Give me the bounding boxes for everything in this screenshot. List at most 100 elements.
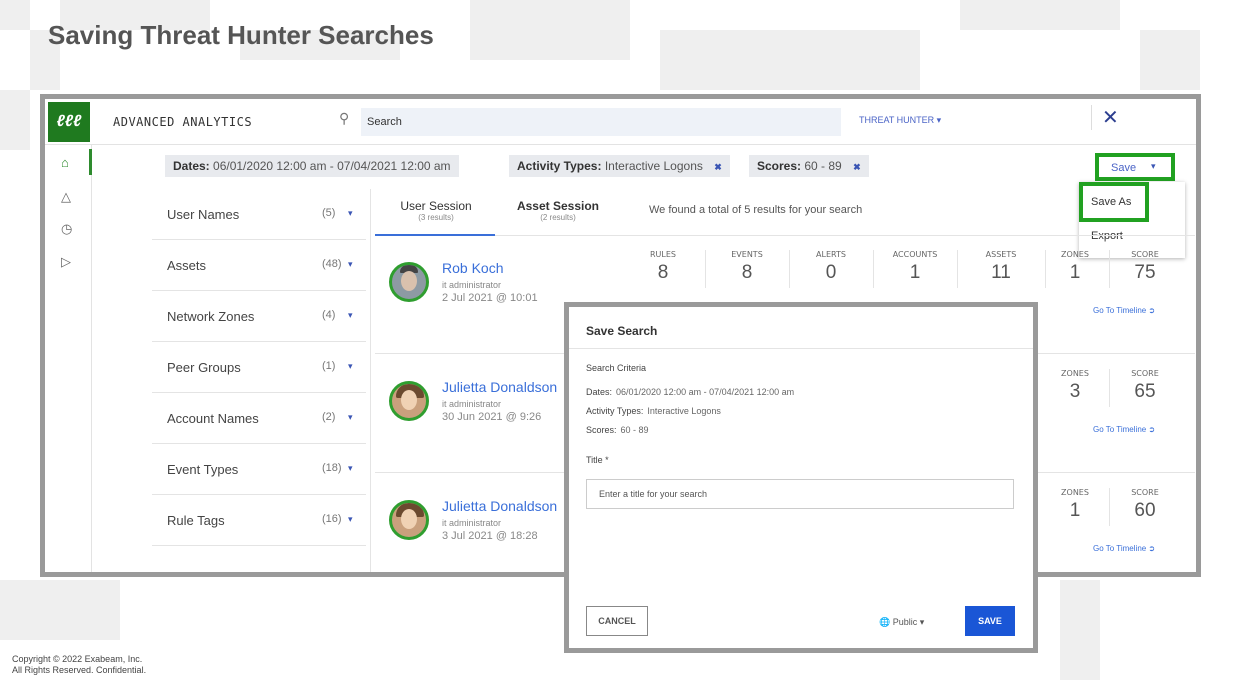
remove-filter-icon[interactable]: ✖ (853, 162, 861, 172)
background-tile (0, 0, 30, 30)
criteria-scores-label: Scores: (586, 425, 617, 435)
stat-label: ALERTS (816, 250, 846, 259)
background-tile (0, 580, 120, 640)
stat-zones: ZONES 3 (1055, 369, 1095, 403)
go-to-timeline-link[interactable]: Go To Timeline ➲ (1093, 544, 1155, 553)
title-input[interactable] (586, 479, 1014, 509)
save-search-dialog: Save Search Search Criteria Dates: 06/01/… (564, 302, 1038, 653)
facet-network-zones[interactable]: Network Zones (4) ▾ (152, 291, 366, 342)
facet-count: (18) (322, 462, 342, 474)
copyright-notice: Copyright © 2022 Exabeam, Inc. All Right… (12, 654, 146, 676)
result-user-name[interactable]: Julietta Donaldson (442, 498, 557, 514)
stat-divider (957, 250, 958, 288)
stat-label: ACCOUNTS (892, 250, 938, 259)
go-to-timeline-link[interactable]: Go To Timeline ➲ (1093, 306, 1155, 315)
facet-label: User Names (167, 207, 240, 222)
criteria-activity-value: Interactive Logons (647, 406, 721, 416)
chevron-down-icon[interactable]: ▾ (348, 463, 353, 474)
criteria-activity-label: Activity Types: (586, 406, 644, 416)
facet-count: (2) (322, 411, 336, 423)
stat-label: SCORE (1131, 369, 1159, 378)
dialog-divider (569, 348, 1033, 349)
tab-user-session[interactable]: User Session (3 results) (391, 199, 481, 222)
stat-label: RULES (649, 250, 676, 259)
stat-zones: ZONES 1 (1055, 488, 1095, 522)
facet-peer-groups[interactable]: Peer Groups (1) ▾ (152, 342, 366, 393)
search-icon: ⚲ (339, 110, 350, 126)
stat-value: 75 (1134, 262, 1156, 283)
filter-dates-value: 06/01/2020 12:00 am - 07/04/2021 12:00 a… (213, 159, 451, 173)
chevron-down-icon[interactable]: ▾ (348, 310, 353, 321)
home-icon[interactable]: ⌂ (61, 155, 69, 170)
stat-label: EVENTS (731, 250, 763, 259)
facet-count: (4) (322, 309, 336, 321)
stat-divider (873, 250, 874, 288)
facet-event-types[interactable]: Event Types (18) ▾ (152, 444, 366, 495)
play-icon[interactable]: ▷ (61, 254, 71, 270)
criteria-activity: Activity Types: Interactive Logons (586, 406, 721, 416)
filter-chip-scores[interactable]: Scores: 60 - 89 ✖ (749, 155, 869, 177)
facet-assets[interactable]: Assets (48) ▾ (152, 240, 366, 291)
app-logo[interactable]: ℓℓℓ (48, 102, 90, 142)
result-user-role: it administrator (442, 280, 502, 290)
stat-alerts: ALERTS 0 (801, 250, 861, 284)
copyright-line: Copyright © 2022 Exabeam, Inc. (12, 654, 143, 664)
facet-account-names[interactable]: Account Names (2) ▾ (152, 393, 366, 444)
app-title: ADVANCED ANALYTICS (113, 115, 253, 129)
tab-sublabel: (2 results) (540, 213, 576, 222)
stat-label: SCORE (1131, 488, 1159, 497)
stat-label: SCORE (1131, 250, 1159, 259)
save-as-menu-item[interactable]: Save As (1079, 182, 1149, 222)
tab-asset-session[interactable]: Asset Session (2 results) (513, 199, 603, 222)
close-icon[interactable]: ✕ (1091, 105, 1119, 130)
save-button[interactable]: Save (1111, 162, 1136, 174)
save-button[interactable]: SAVE (965, 606, 1015, 636)
facet-count: (1) (322, 360, 336, 372)
chevron-down-icon[interactable]: ▾ (348, 412, 353, 423)
stat-value: 1 (1069, 500, 1081, 521)
chevron-down-icon[interactable]: ▾ (348, 361, 353, 372)
filter-activity-label: Activity Types: (517, 159, 602, 173)
chevron-down-icon[interactable]: ▾ (348, 514, 353, 525)
facet-rule-tags[interactable]: Rule Tags (16) ▾ (152, 495, 366, 546)
result-user-role: it administrator (442, 399, 502, 409)
remove-filter-icon[interactable]: ✖ (714, 162, 722, 172)
save-split-button[interactable]: Save ▾ (1095, 153, 1175, 181)
filter-chip-activity[interactable]: Activity Types: Interactive Logons ✖ (509, 155, 730, 177)
stat-score: SCORE 75 (1123, 250, 1167, 284)
clock-icon[interactable]: ◷ (61, 221, 72, 237)
stat-value: 0 (825, 262, 837, 283)
stat-label: ZONES (1061, 369, 1089, 378)
facet-count: (5) (322, 207, 336, 219)
result-user-name[interactable]: Rob Koch (442, 260, 503, 276)
chevron-down-icon[interactable]: ▾ (348, 208, 353, 219)
facet-label: Event Types (167, 462, 239, 477)
result-date: 30 Jun 2021 @ 9:26 (442, 411, 542, 423)
facet-user-names[interactable]: User Names (5) ▾ (152, 189, 366, 240)
threat-hunter-dropdown[interactable]: THREAT HUNTER ▾ (859, 115, 941, 126)
facet-label: Assets (167, 258, 207, 273)
filter-activity-value: Interactive Logons (604, 159, 703, 173)
alert-triangle-icon[interactable]: △ (61, 189, 71, 205)
stat-divider (1109, 369, 1110, 407)
filter-scores-value: 60 - 89 (804, 159, 842, 173)
visibility-dropdown[interactable]: 🌐 Public ▾ (879, 617, 924, 628)
filter-dates-label: Dates: (173, 159, 210, 173)
facet-label: Network Zones (167, 309, 255, 324)
filter-chip-dates[interactable]: Dates: 06/01/2020 12:00 am - 07/04/2021 … (165, 155, 459, 177)
stat-label: ASSETS (985, 250, 1017, 259)
panel-divider (370, 189, 371, 572)
chevron-down-icon[interactable]: ▾ (1151, 161, 1156, 172)
facet-label: Peer Groups (167, 360, 241, 375)
search-input[interactable] (361, 108, 841, 136)
stat-divider (1045, 250, 1046, 288)
slide-title: Saving Threat Hunter Searches (48, 20, 434, 50)
chevron-down-icon[interactable]: ▾ (348, 259, 353, 270)
background-tile (0, 90, 30, 150)
search-criteria-heading: Search Criteria (586, 363, 647, 373)
facet-count: (16) (322, 513, 342, 525)
stat-divider (1109, 488, 1110, 526)
go-to-timeline-link[interactable]: Go To Timeline ➲ (1093, 425, 1155, 434)
cancel-button[interactable]: CANCEL (586, 606, 648, 636)
result-user-name[interactable]: Julietta Donaldson (442, 379, 557, 395)
